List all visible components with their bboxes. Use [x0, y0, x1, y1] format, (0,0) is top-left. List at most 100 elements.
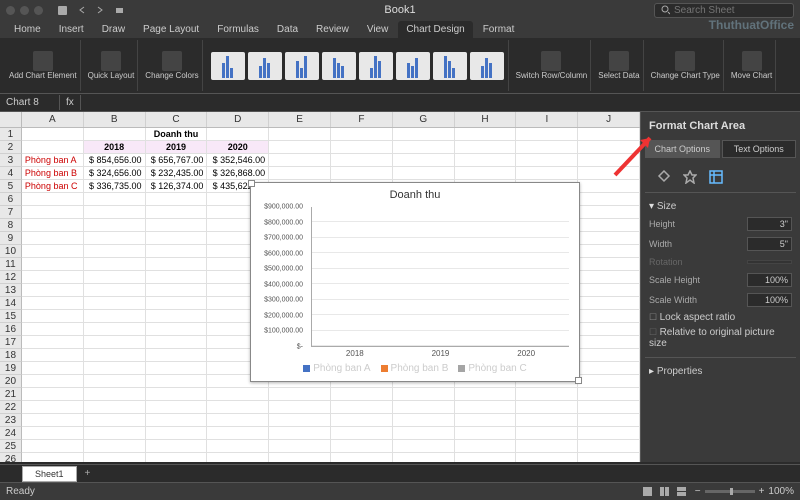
cell[interactable]	[22, 427, 84, 440]
undo-icon[interactable]	[76, 5, 87, 16]
cell[interactable]	[455, 453, 517, 462]
cell[interactable]	[578, 440, 640, 453]
cell[interactable]	[269, 128, 331, 141]
cell[interactable]	[393, 401, 455, 414]
cell[interactable]	[578, 375, 640, 388]
cell[interactable]	[146, 310, 208, 323]
cell[interactable]	[22, 128, 84, 141]
cell[interactable]	[578, 167, 640, 180]
quick-access-toolbar[interactable]	[57, 5, 125, 16]
search-input[interactable]	[674, 5, 787, 16]
tab-insert[interactable]: Insert	[51, 21, 92, 38]
cell[interactable]	[22, 141, 84, 154]
cell[interactable]: 2018	[84, 141, 146, 154]
cell[interactable]	[22, 258, 84, 271]
cell[interactable]	[455, 154, 517, 167]
row-header[interactable]: 3	[0, 154, 22, 167]
cell[interactable]: $ 324,656.00	[84, 167, 146, 180]
cell[interactable]	[331, 128, 393, 141]
cell[interactable]	[578, 310, 640, 323]
size-properties-icon[interactable]	[709, 170, 723, 184]
cell[interactable]	[84, 323, 146, 336]
cell[interactable]	[269, 141, 331, 154]
cell[interactable]	[146, 193, 208, 206]
cell[interactable]: Phòng ban A	[22, 154, 84, 167]
cell[interactable]	[516, 141, 578, 154]
cell[interactable]	[84, 284, 146, 297]
cell[interactable]	[207, 453, 269, 462]
cell[interactable]	[578, 284, 640, 297]
cell[interactable]	[578, 141, 640, 154]
cell[interactable]	[84, 206, 146, 219]
cell[interactable]	[516, 167, 578, 180]
cell[interactable]	[455, 414, 517, 427]
size-section[interactable]: ▾ Size	[649, 199, 792, 214]
col-header[interactable]: G	[393, 112, 455, 127]
cell[interactable]: $ 336,735.00	[84, 180, 146, 193]
cell[interactable]	[516, 440, 578, 453]
row-header[interactable]: 20	[0, 375, 22, 388]
row-header[interactable]: 22	[0, 401, 22, 414]
col-header[interactable]: J	[578, 112, 640, 127]
cell[interactable]	[146, 362, 208, 375]
cell[interactable]	[578, 128, 640, 141]
cell[interactable]	[269, 401, 331, 414]
cell[interactable]	[84, 349, 146, 362]
cell[interactable]	[84, 414, 146, 427]
legend-item[interactable]: Phòng ban A	[303, 363, 370, 374]
change-chart-type-button[interactable]: Change Chart Type	[648, 40, 724, 91]
width-input[interactable]: 5"	[747, 237, 792, 251]
cell[interactable]	[455, 440, 517, 453]
cell[interactable]	[146, 388, 208, 401]
cell[interactable]	[146, 206, 208, 219]
cell[interactable]	[84, 362, 146, 375]
cell[interactable]	[578, 219, 640, 232]
row-header[interactable]: 11	[0, 258, 22, 271]
cell[interactable]	[269, 414, 331, 427]
cell[interactable]	[22, 245, 84, 258]
row-header[interactable]: 16	[0, 323, 22, 336]
cell[interactable]	[455, 388, 517, 401]
row-header[interactable]: 9	[0, 232, 22, 245]
lock-aspect-checkbox[interactable]: ☐ Lock aspect ratio	[649, 310, 792, 325]
cell[interactable]	[84, 271, 146, 284]
cell[interactable]	[516, 154, 578, 167]
spreadsheet-grid[interactable]: A B C D E F G H I J 1Doanh thu2201820192…	[0, 112, 640, 462]
row-header[interactable]: 13	[0, 284, 22, 297]
cell[interactable]	[578, 414, 640, 427]
cell[interactable]	[516, 388, 578, 401]
tab-format[interactable]: Format	[475, 21, 523, 38]
cell[interactable]	[393, 414, 455, 427]
cell[interactable]	[22, 375, 84, 388]
cell[interactable]	[578, 271, 640, 284]
cell[interactable]: $ 232,435.00	[146, 167, 208, 180]
cell[interactable]	[22, 349, 84, 362]
tab-view[interactable]: View	[359, 21, 397, 38]
cell[interactable]	[578, 193, 640, 206]
properties-section[interactable]: ▸ Properties	[649, 364, 792, 379]
cell[interactable]	[84, 232, 146, 245]
row-header[interactable]: 10	[0, 245, 22, 258]
effects-icon[interactable]	[683, 170, 697, 184]
cell[interactable]	[22, 219, 84, 232]
scale-width-input[interactable]: 100%	[747, 293, 792, 307]
cell[interactable]	[331, 167, 393, 180]
col-header[interactable]: C	[146, 112, 208, 127]
cell[interactable]	[146, 323, 208, 336]
cell[interactable]	[84, 297, 146, 310]
col-header[interactable]: E	[269, 112, 331, 127]
cell[interactable]	[393, 427, 455, 440]
tab-data[interactable]: Data	[269, 21, 306, 38]
cell[interactable]	[22, 232, 84, 245]
cell[interactable]	[84, 401, 146, 414]
search-box[interactable]	[654, 3, 794, 18]
switch-row-column-button[interactable]: Switch Row/Column	[513, 40, 592, 91]
row-header[interactable]: 17	[0, 336, 22, 349]
cell[interactable]	[578, 180, 640, 193]
cell[interactable]	[84, 258, 146, 271]
zoom-slider[interactable]: −+ 100%	[695, 486, 794, 497]
cell[interactable]	[331, 388, 393, 401]
cell[interactable]	[146, 219, 208, 232]
cell[interactable]	[516, 414, 578, 427]
cell[interactable]	[146, 245, 208, 258]
